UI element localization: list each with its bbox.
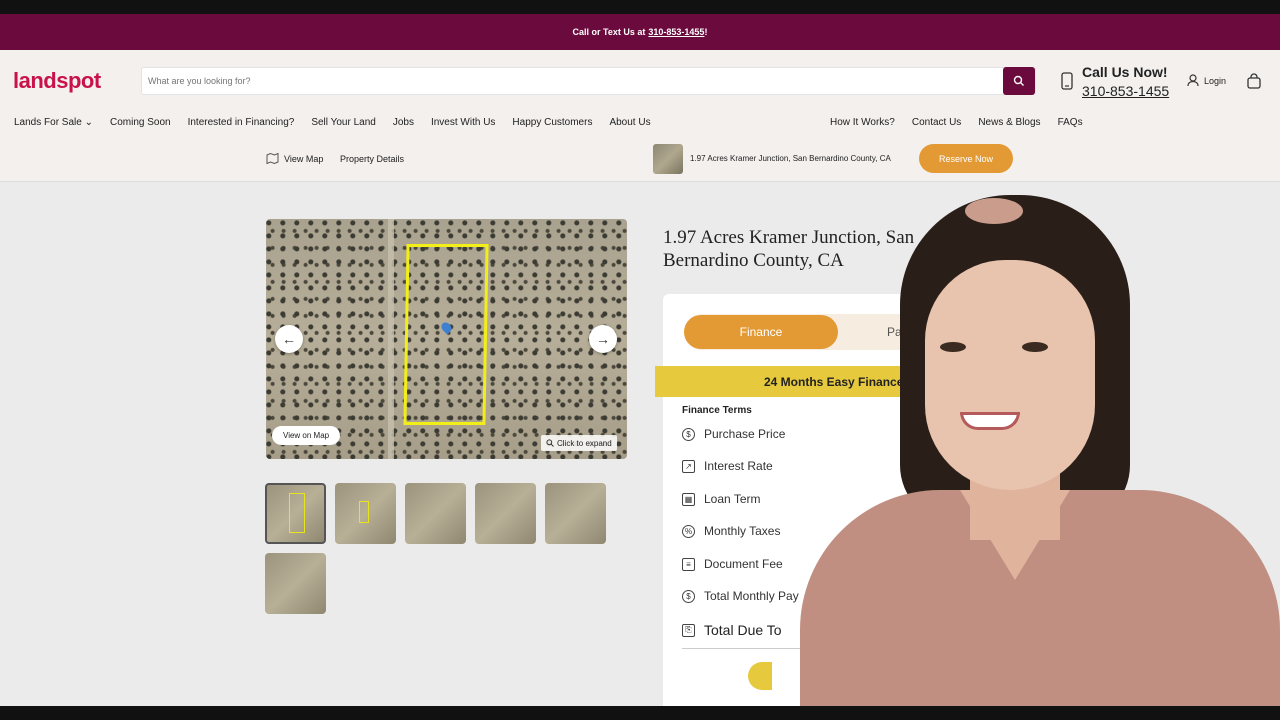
search-icon bbox=[1013, 75, 1024, 86]
nav-sell-land[interactable]: Sell Your Land bbox=[311, 117, 376, 128]
gallery-thumbnail[interactable] bbox=[405, 483, 466, 544]
chart-icon: ↗ bbox=[682, 459, 695, 473]
site-header: landspot Call Us Now! 310-853-1455 Login… bbox=[0, 50, 1280, 182]
dollar-icon: $ bbox=[682, 589, 695, 603]
listing-thumbnail bbox=[653, 144, 683, 174]
dirt-road bbox=[388, 219, 394, 459]
nav-invest[interactable]: Invest With Us bbox=[431, 117, 495, 128]
presenter-scrunchie bbox=[965, 198, 1023, 224]
presenter-smile bbox=[960, 412, 1020, 430]
gallery-thumbnail[interactable] bbox=[335, 483, 396, 544]
calendar-icon: ▦ bbox=[682, 492, 695, 506]
gallery-thumbnail[interactable] bbox=[265, 553, 326, 614]
listing-subtitle: 1.97 Acres Kramer Junction, San Bernardi… bbox=[690, 154, 891, 163]
main-nav: Lands For Sale ⌄ Coming Soon Interested … bbox=[14, 117, 651, 128]
promo-suffix: ! bbox=[704, 27, 708, 37]
click-to-expand-button[interactable]: Click to expand bbox=[541, 435, 617, 451]
view-on-map-button[interactable]: View on Map bbox=[272, 426, 341, 445]
nav-happy-customers[interactable]: Happy Customers bbox=[512, 117, 592, 128]
search-bar bbox=[141, 67, 1036, 95]
presenter-face bbox=[925, 260, 1095, 490]
parcel-outline bbox=[289, 493, 305, 533]
dollar-icon: $ bbox=[682, 427, 695, 441]
search-button[interactable] bbox=[1003, 67, 1035, 95]
call-us-number[interactable]: 310-853-1455 bbox=[1082, 83, 1169, 99]
logo[interactable]: landspot bbox=[13, 68, 101, 94]
prev-image-button[interactable]: ← bbox=[275, 325, 303, 353]
gallery-thumbnail[interactable] bbox=[265, 483, 326, 544]
gallery-thumbnail[interactable] bbox=[475, 483, 536, 544]
reserve-now-button[interactable]: Reserve Now bbox=[919, 144, 1013, 173]
zoom-icon bbox=[546, 439, 554, 447]
nav-news[interactable]: News & Blogs bbox=[978, 117, 1040, 128]
nav-jobs[interactable]: Jobs bbox=[393, 117, 414, 128]
finance-terms-heading: Finance Terms bbox=[682, 405, 752, 416]
nav-coming-soon[interactable]: Coming Soon bbox=[110, 117, 171, 128]
login-link[interactable]: Login bbox=[1187, 74, 1226, 87]
promo-bar: Call or Text Us at 310-853-1455 ! bbox=[0, 14, 1280, 50]
nav-how-it-works[interactable]: How It Works? bbox=[830, 117, 895, 128]
next-image-button[interactable]: → bbox=[589, 325, 617, 353]
promo-phone-link[interactable]: 310-853-1455 bbox=[648, 27, 704, 37]
gallery-thumbnail[interactable] bbox=[545, 483, 606, 544]
term-label: Loan Term bbox=[704, 492, 761, 506]
nav-financing[interactable]: Interested in Financing? bbox=[188, 117, 295, 128]
presenter-eye bbox=[940, 342, 966, 352]
presenter-video-overlay bbox=[760, 190, 1280, 720]
map-icon bbox=[266, 152, 279, 165]
expand-label: Click to expand bbox=[557, 438, 612, 448]
top-bar bbox=[0, 0, 1280, 14]
presenter-eye bbox=[1022, 342, 1048, 352]
nav-faqs[interactable]: FAQs bbox=[1058, 117, 1083, 128]
view-map-label: View Map bbox=[284, 153, 324, 164]
main-property-image[interactable]: ← → View on Map Click to expand bbox=[266, 219, 627, 459]
parcel-outline bbox=[359, 501, 369, 523]
user-icon bbox=[1187, 74, 1199, 87]
phone-icon bbox=[1061, 72, 1073, 90]
secondary-nav: How It Works? Contact Us News & Blogs FA… bbox=[830, 117, 1083, 128]
promo-text: Call or Text Us at bbox=[572, 27, 646, 37]
nav-about[interactable]: About Us bbox=[609, 117, 650, 128]
cart-icon[interactable] bbox=[1246, 73, 1262, 89]
arrow-left-icon: ← bbox=[282, 331, 296, 347]
receipt-icon: ⎘ bbox=[682, 623, 695, 637]
bottom-bar bbox=[0, 706, 1280, 720]
property-details-link[interactable]: Property Details bbox=[340, 154, 404, 164]
view-map-link[interactable]: View Map bbox=[266, 152, 323, 165]
parcel-outline bbox=[403, 244, 489, 425]
search-input[interactable] bbox=[142, 68, 992, 94]
nav-contact[interactable]: Contact Us bbox=[912, 117, 961, 128]
call-us-label: Call Us Now! bbox=[1082, 64, 1168, 80]
term-row: ▦ Loan Term bbox=[682, 492, 760, 506]
arrow-right-icon: → bbox=[596, 331, 610, 347]
nav-lands-for-sale[interactable]: Lands For Sale ⌄ bbox=[14, 117, 93, 128]
login-label: Login bbox=[1204, 75, 1227, 86]
document-icon: ≡ bbox=[682, 557, 695, 571]
sticky-subbar: View Map Property Details 1.97 Acres Kra… bbox=[0, 142, 1280, 182]
percent-icon: % bbox=[682, 524, 695, 538]
